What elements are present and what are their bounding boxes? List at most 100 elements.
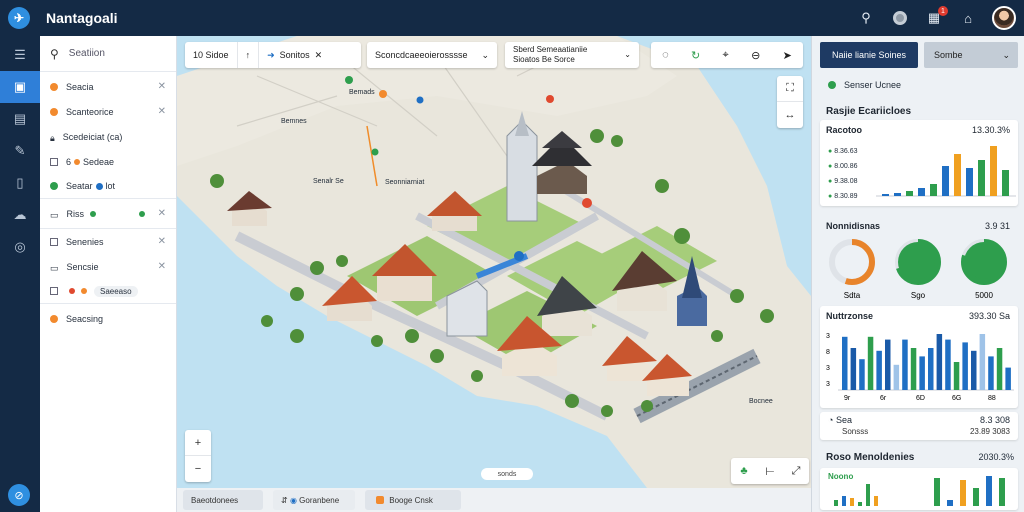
fullscreen-icon[interactable]: ⛶ — [777, 76, 803, 102]
map-dropdown[interactable]: Sberd Semeaatianiie Sioatos Be Sorce ⌄ — [505, 42, 639, 68]
app-logo-icon[interactable]: ✈ — [8, 7, 30, 29]
layer-item[interactable]: ▭ Riss ✕ — [40, 199, 176, 229]
bar — [999, 478, 1005, 506]
compass-icon[interactable]: ◎ — [0, 231, 40, 263]
view-select[interactable]: Sombe ⌄ — [924, 42, 1018, 68]
layer-dot — [74, 158, 81, 165]
gauge-arc — [895, 239, 941, 285]
metric-card[interactable]: Nuttrzonse 393.30 Sa 3 8 3 3 9r 6r 6D 6G 88 — [820, 306, 1018, 408]
layer-checkbox[interactable] — [50, 157, 58, 166]
map-icon[interactable]: ▣ — [0, 71, 40, 103]
x-tick: 6G — [952, 395, 961, 402]
shield-icon: ◉ — [289, 495, 297, 505]
metric-card[interactable]: Racotoo 13.30.3% ● 8.36.63 ● 8.00.86 ● 9.… — [820, 120, 1018, 206]
layer-label: Saeeaso — [94, 285, 138, 297]
edit-icon[interactable]: ✎ — [0, 135, 40, 167]
bar — [867, 336, 874, 390]
layer-search[interactable]: ⚲ Seatiion — [40, 36, 176, 72]
panel-icon[interactable]: ▯ — [0, 167, 40, 199]
search-icon[interactable]: ⚲ — [856, 8, 876, 28]
document-icon[interactable]: ▤ — [0, 103, 40, 135]
map-canvas[interactable]: Bemads Bemnes Senalr Se Seonniarniat Boc… — [177, 36, 811, 488]
bar — [936, 334, 943, 390]
gauge-label: 5000 — [975, 291, 993, 300]
layer-dot — [81, 288, 87, 294]
layer-dot — [50, 314, 58, 323]
close-icon[interactable]: ✕ — [158, 81, 166, 92]
cloud-icon[interactable]: ☁ — [0, 199, 40, 231]
layers-icon[interactable]: ☰ — [0, 39, 40, 71]
layer-item[interactable]: Saeeaso — [40, 279, 176, 304]
summary-card[interactable]: ◔ Sea Sonsss 8.3 308 23.89 3083 — [820, 412, 1018, 440]
arrow-up-icon[interactable]: ↑ — [238, 42, 260, 68]
layer-checkbox[interactable] — [50, 287, 58, 295]
bar — [919, 356, 925, 390]
gauge-card[interactable]: Nonnidisnas 3.9 31 Sdta Sgo 5000 — [820, 216, 1018, 300]
calendar-icon[interactable]: ▦ 1 — [924, 6, 948, 28]
refresh-icon[interactable]: ↻ — [691, 49, 700, 62]
layer-item[interactable]: Seatar lot — [40, 174, 176, 199]
tree-icon[interactable]: ♣ — [731, 458, 757, 484]
bar — [996, 348, 1003, 390]
close-icon[interactable]: ✕ — [158, 261, 166, 272]
layer-count-button[interactable]: 10 Sidoe — [185, 42, 238, 68]
status-row: Senser Ucnee — [828, 80, 901, 90]
layer-item[interactable]: Seacsing — [40, 306, 176, 331]
pin-icon[interactable]: ◌ — [662, 49, 669, 61]
avatar[interactable] — [992, 6, 1016, 30]
map-bottom-tools: ♣ ⊢ ⤢ — [731, 458, 809, 484]
layer-item[interactable]: Scanteorice ✕ — [40, 99, 176, 124]
bell-icon[interactable]: ⌂ — [958, 8, 978, 28]
minus-circle-icon[interactable]: ⊖ — [751, 49, 760, 62]
layer-dot — [50, 182, 58, 190]
map-illustration — [177, 36, 811, 488]
layer-tag: 6 — [66, 156, 72, 167]
layer-label: Scanteorice — [66, 106, 114, 117]
bar — [990, 146, 997, 196]
ruler-icon[interactable]: ↔ — [777, 102, 803, 128]
sonitos-button[interactable]: ➜ Sonitos ✕ — [259, 42, 330, 68]
map-dropdown[interactable]: Sconcdcaeeoierosssse ⌄ — [367, 42, 497, 68]
x-tick: 88 — [988, 395, 996, 402]
bar — [910, 348, 917, 390]
status-chip[interactable]: Booge Cnsk — [365, 490, 461, 510]
navigate-icon[interactable]: ➤ — [783, 49, 792, 62]
location-icon[interactable]: ⌖ — [723, 49, 729, 62]
layer-item[interactable]: 🔒︎ Scedeiciat (ca) — [40, 124, 176, 149]
map-side-controls: ⛶ ↔ — [777, 76, 803, 128]
layer-item[interactable]: Seacia ✕ — [40, 74, 176, 99]
zoom-out-icon[interactable]: − — [185, 456, 211, 482]
layer-dot — [50, 82, 58, 91]
layer-dot — [90, 210, 97, 217]
gauge-label: Sgo — [911, 291, 926, 300]
expand-icon[interactable]: ⤢ — [783, 458, 809, 484]
layer-tag: lot — [105, 181, 116, 191]
bar — [902, 339, 908, 390]
close-icon[interactable]: ✕ — [158, 236, 166, 247]
help-icon[interactable]: ⊘ — [8, 484, 30, 506]
bar — [979, 334, 986, 390]
record-icon[interactable] — [890, 8, 910, 28]
dropdown-sub: Sioatos Be Sorce — [513, 55, 575, 64]
bar-icon[interactable]: ⊢ — [757, 458, 783, 484]
layer-item[interactable]: 6 Sedeae — [40, 149, 176, 174]
layer-item[interactable]: Senenies ✕ — [40, 229, 176, 254]
section-title: Roso Menoldenies — [826, 452, 915, 463]
layer-label: Riss — [66, 208, 85, 219]
primary-action-button[interactable]: Naiie lianie Soines — [820, 42, 918, 68]
search-input[interactable]: Seatiion — [69, 48, 105, 59]
status-chip[interactable]: ⇵ ◉ Goranbene — [273, 490, 355, 510]
zoom-in-icon[interactable]: + — [185, 430, 211, 456]
layer-checkbox[interactable] — [50, 237, 58, 246]
x-tick: 9r — [844, 395, 851, 402]
bar — [945, 339, 951, 390]
status-bar: Baeotdonees ⇵ ◉ Goranbene Booge Cnsk — [177, 488, 811, 512]
layer-label: Sencsie — [66, 261, 99, 272]
status-chip[interactable]: Baeotdonees — [183, 490, 263, 510]
close-icon[interactable]: ✕ — [158, 208, 166, 219]
bar-chart — [876, 146, 1016, 197]
map-scale: sonds — [481, 468, 533, 480]
close-icon[interactable]: ✕ — [158, 106, 166, 117]
layer-item[interactable]: ▭ Sencsie ✕ — [40, 254, 176, 279]
metric-card[interactable]: Noono — [820, 468, 1018, 510]
